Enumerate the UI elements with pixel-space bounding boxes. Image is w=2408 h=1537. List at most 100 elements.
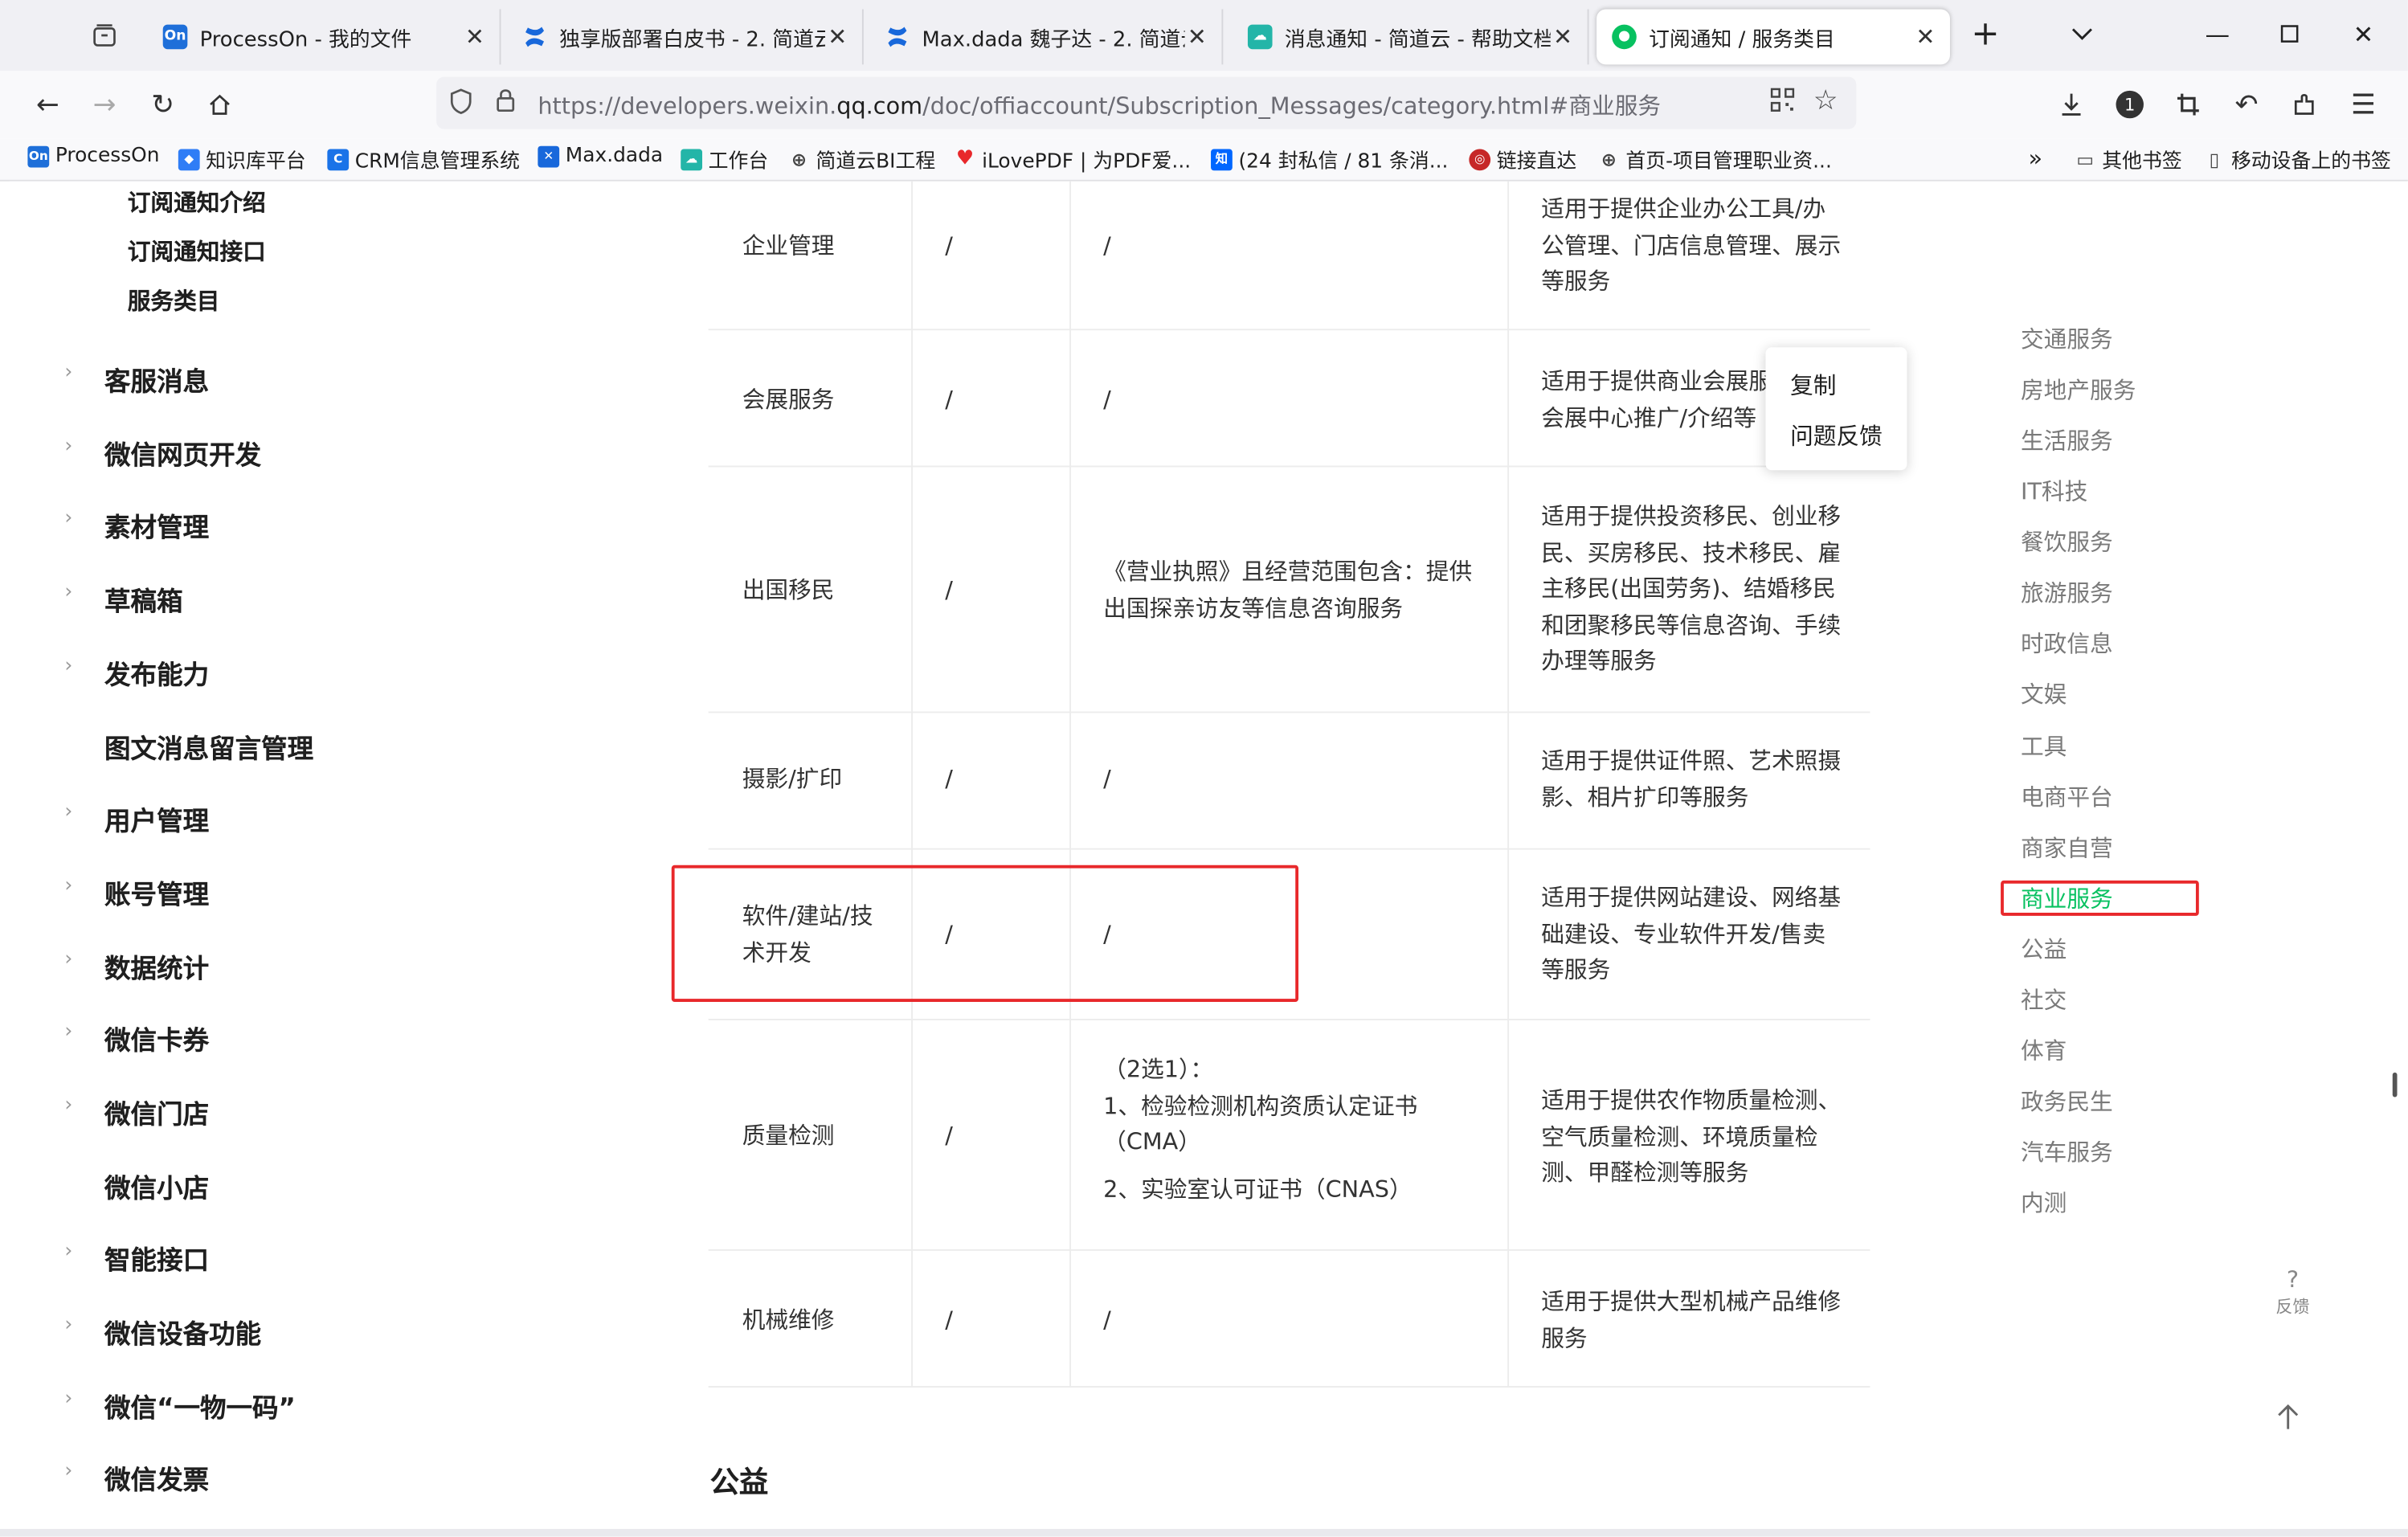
chevron-right-icon[interactable]: › [64, 874, 72, 897]
chevron-down-icon[interactable] [2059, 12, 2105, 55]
close-icon[interactable]: ✕ [463, 23, 488, 51]
toc-item[interactable]: 交通服务 [2021, 323, 2113, 355]
chevron-right-icon[interactable]: › [64, 800, 72, 824]
sidebar-item-web-dev[interactable]: 微信网页开发 [104, 433, 261, 472]
sidebar-item-account[interactable]: 账号管理 [104, 873, 209, 911]
chevron-right-icon[interactable]: › [64, 581, 72, 604]
sidebar-item-stores[interactable]: 微信门店 [104, 1093, 209, 1130]
bookmark-item[interactable]: ♥ iLovePDF | 为PDF爱... [955, 145, 1191, 174]
minimize-icon[interactable]: — [2194, 12, 2240, 55]
undo-icon[interactable]: ↶ [2225, 83, 2268, 126]
toc-item[interactable]: 内测 [2021, 1186, 2067, 1218]
shield-icon[interactable] [448, 88, 473, 121]
new-tab-icon[interactable]: + [1962, 12, 2008, 55]
extension-badge[interactable]: 1 [2108, 83, 2152, 126]
sidebar-item-comments[interactable]: 图文消息留言管理 [104, 727, 313, 765]
sidebar-item-materials[interactable]: 素材管理 [104, 505, 209, 544]
bookmark-star-icon[interactable]: ☆ [1813, 84, 1838, 117]
close-icon[interactable]: ✕ [825, 23, 850, 51]
address-bar[interactable]: https://developers.weixin.qq.com/doc/off… [436, 76, 1857, 129]
sidebar-item-devices[interactable]: 微信设备功能 [104, 1312, 261, 1351]
toc-item[interactable]: 文娱 [2021, 677, 2067, 709]
bookmark-item[interactable]: ☁ 工作台 [681, 145, 768, 174]
url-text[interactable]: https://developers.weixin.qq.com/doc/off… [538, 89, 1661, 121]
sidebar-item-publish[interactable]: 发布能力 [104, 653, 209, 691]
sidebar-item-customer-service[interactable]: 客服消息 [104, 360, 209, 398]
toc-item[interactable]: 社交 [2021, 983, 2067, 1016]
sidebar-item-shop[interactable]: 微信小店 [104, 1167, 209, 1204]
forward-icon[interactable]: → [83, 83, 126, 126]
bookmarks-overflow-icon[interactable]: » [2029, 145, 2043, 172]
toc-item[interactable]: 餐饮服务 [2021, 525, 2113, 558]
menu-icon[interactable]: ☰ [2342, 83, 2386, 126]
sidebar-item-drafts[interactable]: 草稿箱 [104, 579, 183, 618]
close-icon[interactable]: ✕ [1551, 23, 1576, 51]
tab-processon[interactable]: On ProcessOn - 我的文件 ✕ [148, 9, 501, 65]
sidebar-item-cards[interactable]: 微信卡券 [104, 1019, 209, 1057]
lock-icon[interactable] [495, 86, 517, 120]
sidebar-item-invoice[interactable]: 微信发票 [104, 1458, 209, 1497]
toc-item[interactable]: 汽车服务 [2021, 1135, 2113, 1167]
toc-item[interactable]: 政务民生 [2021, 1085, 2113, 1117]
toc-item[interactable]: 工具 [2021, 730, 2067, 762]
close-icon[interactable]: ✕ [1913, 23, 1938, 51]
tab-service-category[interactable]: ● 订阅通知 / 服务类目 ✕ [1596, 9, 1950, 65]
scrollbar-thumb[interactable] [2392, 1072, 2398, 1098]
bookmark-item[interactable]: ✕ Max.dada [538, 145, 663, 167]
context-menu-feedback[interactable]: 问题反馈 [1790, 419, 1883, 452]
toc-item-active[interactable]: 商业服务 [2021, 882, 2113, 914]
sidebar-subitem-intro[interactable]: 订阅通知介绍 [128, 186, 266, 218]
home-icon[interactable] [198, 83, 242, 126]
sidebar-subitem-api[interactable]: 订阅通知接口 [128, 235, 266, 268]
bookmark-item[interactable]: ◆ 知识库平台 [178, 145, 306, 174]
bookmark-item[interactable]: C CRM信息管理系统 [327, 145, 520, 174]
bookmark-item[interactable]: ◎ 链接直达 [1469, 145, 1576, 174]
toc-item[interactable]: IT科技 [2021, 475, 2087, 507]
tab-maxdada[interactable]: Max.dada 魏子达 - 2. 简道云 ✕ [869, 9, 1224, 65]
arrow-up-icon[interactable] [2275, 1401, 2300, 1438]
toc-item[interactable]: 公益 [2021, 933, 2067, 965]
toc-item[interactable]: 旅游服务 [2021, 576, 2113, 608]
bookmark-item[interactable]: ⊕ 首页-项目管理职业资... [1598, 145, 1832, 174]
reload-icon[interactable]: ↻ [141, 83, 185, 126]
chevron-right-icon[interactable]: › [64, 1460, 72, 1483]
extensions-icon[interactable] [2283, 83, 2327, 126]
bookmark-item[interactable]: ⊕ 简道云BI工程 [788, 145, 935, 174]
chevron-right-icon[interactable]: › [64, 1094, 72, 1118]
sidebar-item-users[interactable]: 用户管理 [104, 799, 209, 837]
toc-item[interactable]: 生活服务 [2021, 424, 2113, 456]
download-icon[interactable] [2050, 83, 2093, 126]
chevron-right-icon[interactable]: › [64, 507, 72, 530]
chevron-right-icon[interactable]: › [64, 655, 72, 678]
toc-item[interactable]: 商家自营 [2021, 832, 2113, 864]
sidebar-item-analytics[interactable]: 数据统计 [104, 946, 209, 985]
crop-icon[interactable] [2167, 83, 2210, 126]
sidebar-item-smart-api[interactable]: 智能接口 [104, 1238, 209, 1277]
context-menu-copy[interactable]: 复制 [1790, 369, 1836, 401]
close-icon[interactable]: ✕ [1185, 23, 1210, 51]
tab-overview-icon[interactable] [80, 15, 129, 55]
sidebar-item-one-thing-one-code[interactable]: 微信“一物一码” [104, 1386, 296, 1425]
chevron-right-icon[interactable]: › [64, 1240, 72, 1263]
bookmark-item[interactable]: 知 (24 封私信 / 81 条消... [1211, 145, 1448, 174]
back-icon[interactable]: ← [27, 83, 70, 126]
toc-item[interactable]: 房地产服务 [2021, 374, 2136, 406]
qr-code-icon[interactable] [1770, 88, 1795, 118]
feedback-widget[interactable]: ? 反馈 [2262, 1266, 2324, 1318]
sidebar-subitem-categories[interactable]: 服务类目 [128, 284, 220, 317]
chevron-right-icon[interactable]: › [64, 435, 72, 458]
chevron-right-icon[interactable]: › [64, 1388, 72, 1411]
toc-item[interactable]: 时政信息 [2021, 627, 2113, 659]
chevron-right-icon[interactable]: › [64, 1020, 72, 1044]
chevron-right-icon[interactable]: › [64, 948, 72, 971]
chevron-right-icon[interactable]: › [64, 361, 72, 384]
mobile-bookmarks-folder[interactable]: ▯ 移动设备上的书签 [2204, 145, 2391, 174]
toc-item[interactable]: 体育 [2021, 1034, 2067, 1066]
other-bookmarks-folder[interactable]: ▭ 其他书签 [2075, 145, 2181, 174]
tab-notification-docs[interactable]: ☁ 消息通知 - 简道云 - 帮助文档 ✕ [1233, 9, 1589, 65]
maximize-icon[interactable] [2267, 12, 2312, 55]
bookmark-item[interactable]: On ProcessOn [27, 145, 160, 167]
tab-whitepaper[interactable]: 独享版部署白皮书 - 2. 简道云 ✕ [507, 9, 864, 65]
toc-item[interactable]: 电商平台 [2021, 781, 2113, 813]
chevron-right-icon[interactable]: › [64, 1314, 72, 1337]
